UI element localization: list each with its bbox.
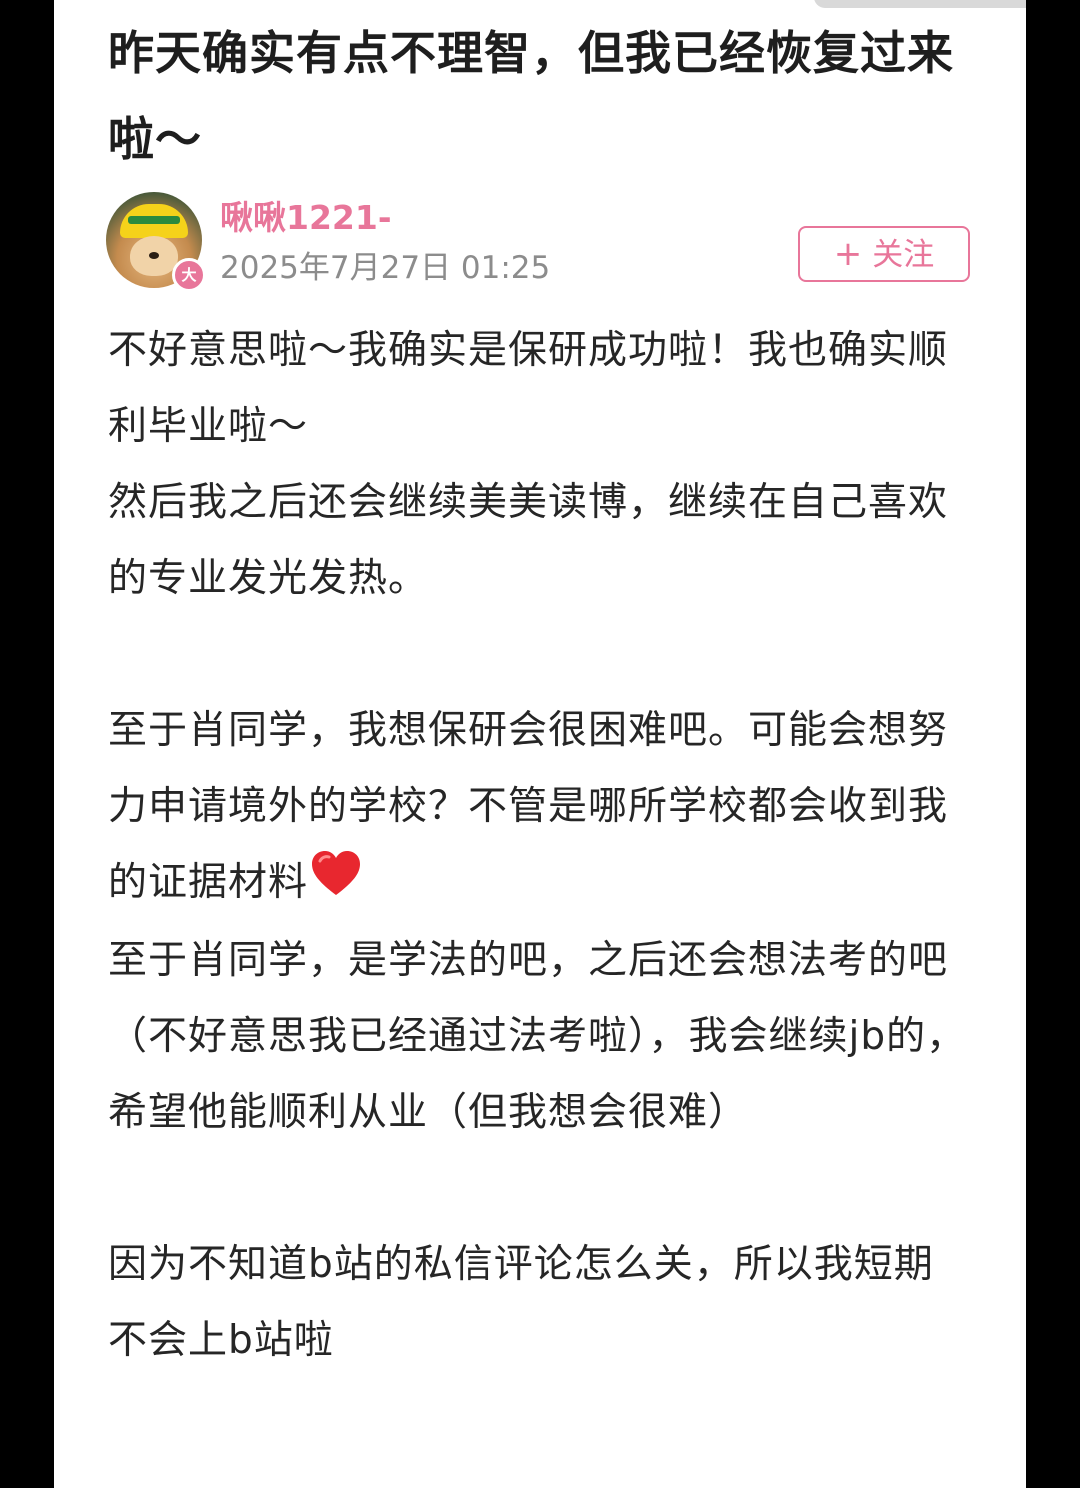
plus-icon: + bbox=[833, 234, 863, 274]
author-row: 大 啾啾1221- 2025年7月27日 01:25 + 关注 bbox=[106, 192, 976, 292]
heart-icon bbox=[310, 847, 362, 923]
scroll-indicator bbox=[814, 0, 1026, 8]
post-body: 不好意思啦～我确实是保研成功啦！我也确实顺利毕业啦～ 然后我之后还会继续美美读博… bbox=[108, 313, 968, 1379]
level-badge: 大 bbox=[172, 258, 206, 292]
avatar[interactable]: 大 bbox=[106, 192, 206, 292]
post-title: 昨天确实有点不理智，但我已经恢复过来啦～ bbox=[108, 26, 954, 166]
body-paragraph-3: 至于肖同学，我想保研会很困难吧。可能会想努力申请境外的学校？不管是哪所学校都会收… bbox=[108, 693, 968, 923]
follow-button[interactable]: + 关注 bbox=[798, 226, 970, 282]
author-name[interactable]: 啾啾1221- bbox=[220, 196, 392, 240]
body-paragraph-4: 至于肖同学，是学法的吧，之后还会想法考的吧（不好意思我已经通过法考啦），我会继续… bbox=[108, 937, 967, 1135]
body-paragraph-3-text: 至于肖同学，我想保研会很困难吧。可能会想努力申请境外的学校？不管是哪所学校都会收… bbox=[108, 708, 949, 905]
dog-nose-shape bbox=[149, 252, 159, 259]
body-paragraph-1: 不好意思啦～我确实是保研成功啦！我也确实顺利毕业啦～ bbox=[108, 328, 949, 449]
post-page: 昨天确实有点不理智，但我已经恢复过来啦～ 大 啾啾1221- 2025年7月27… bbox=[54, 0, 1026, 1488]
post-time: 2025年7月27日 01:25 bbox=[220, 250, 551, 286]
body-paragraph-5: 因为不知道b站的私信评论怎么关，所以我短期不会上b站啦 bbox=[108, 1241, 934, 1363]
follow-button-label: 关注 bbox=[872, 237, 935, 273]
body-paragraph-2: 然后我之后还会继续美美读博，继续在自己喜欢的专业发光发热。 bbox=[108, 480, 949, 601]
helmet-band-shape bbox=[128, 216, 180, 224]
